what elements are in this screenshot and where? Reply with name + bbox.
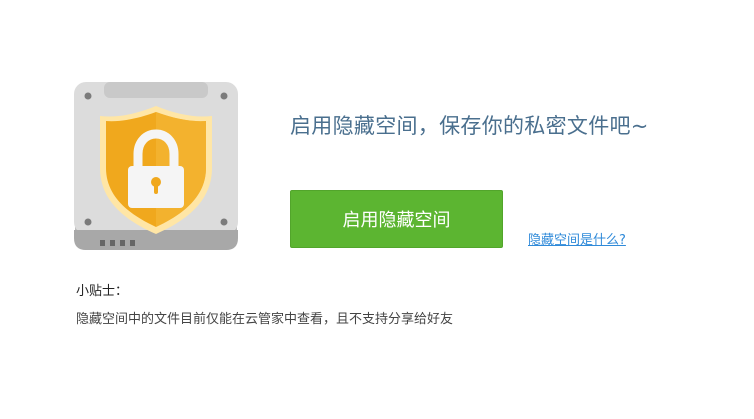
enable-hidden-space-button[interactable]: 启用隐藏空间 (290, 190, 503, 248)
what-is-hidden-space-link[interactable]: 隐藏空间是什么? (528, 229, 626, 248)
tips-title: 小贴士： (76, 284, 129, 299)
hidden-space-page: 启用隐藏空间，保存你的私密文件吧~ 启用隐藏空间 隐藏空间是什么? 小贴士： 隐… (0, 0, 754, 419)
page-headline: 启用隐藏空间，保存你的私密文件吧~ (290, 114, 649, 138)
tips-body: 隐藏空间中的文件目前仅能在云管家中查看，且不支持分享给好友 (76, 312, 454, 327)
shield-lock-vault-icon (72, 80, 240, 252)
